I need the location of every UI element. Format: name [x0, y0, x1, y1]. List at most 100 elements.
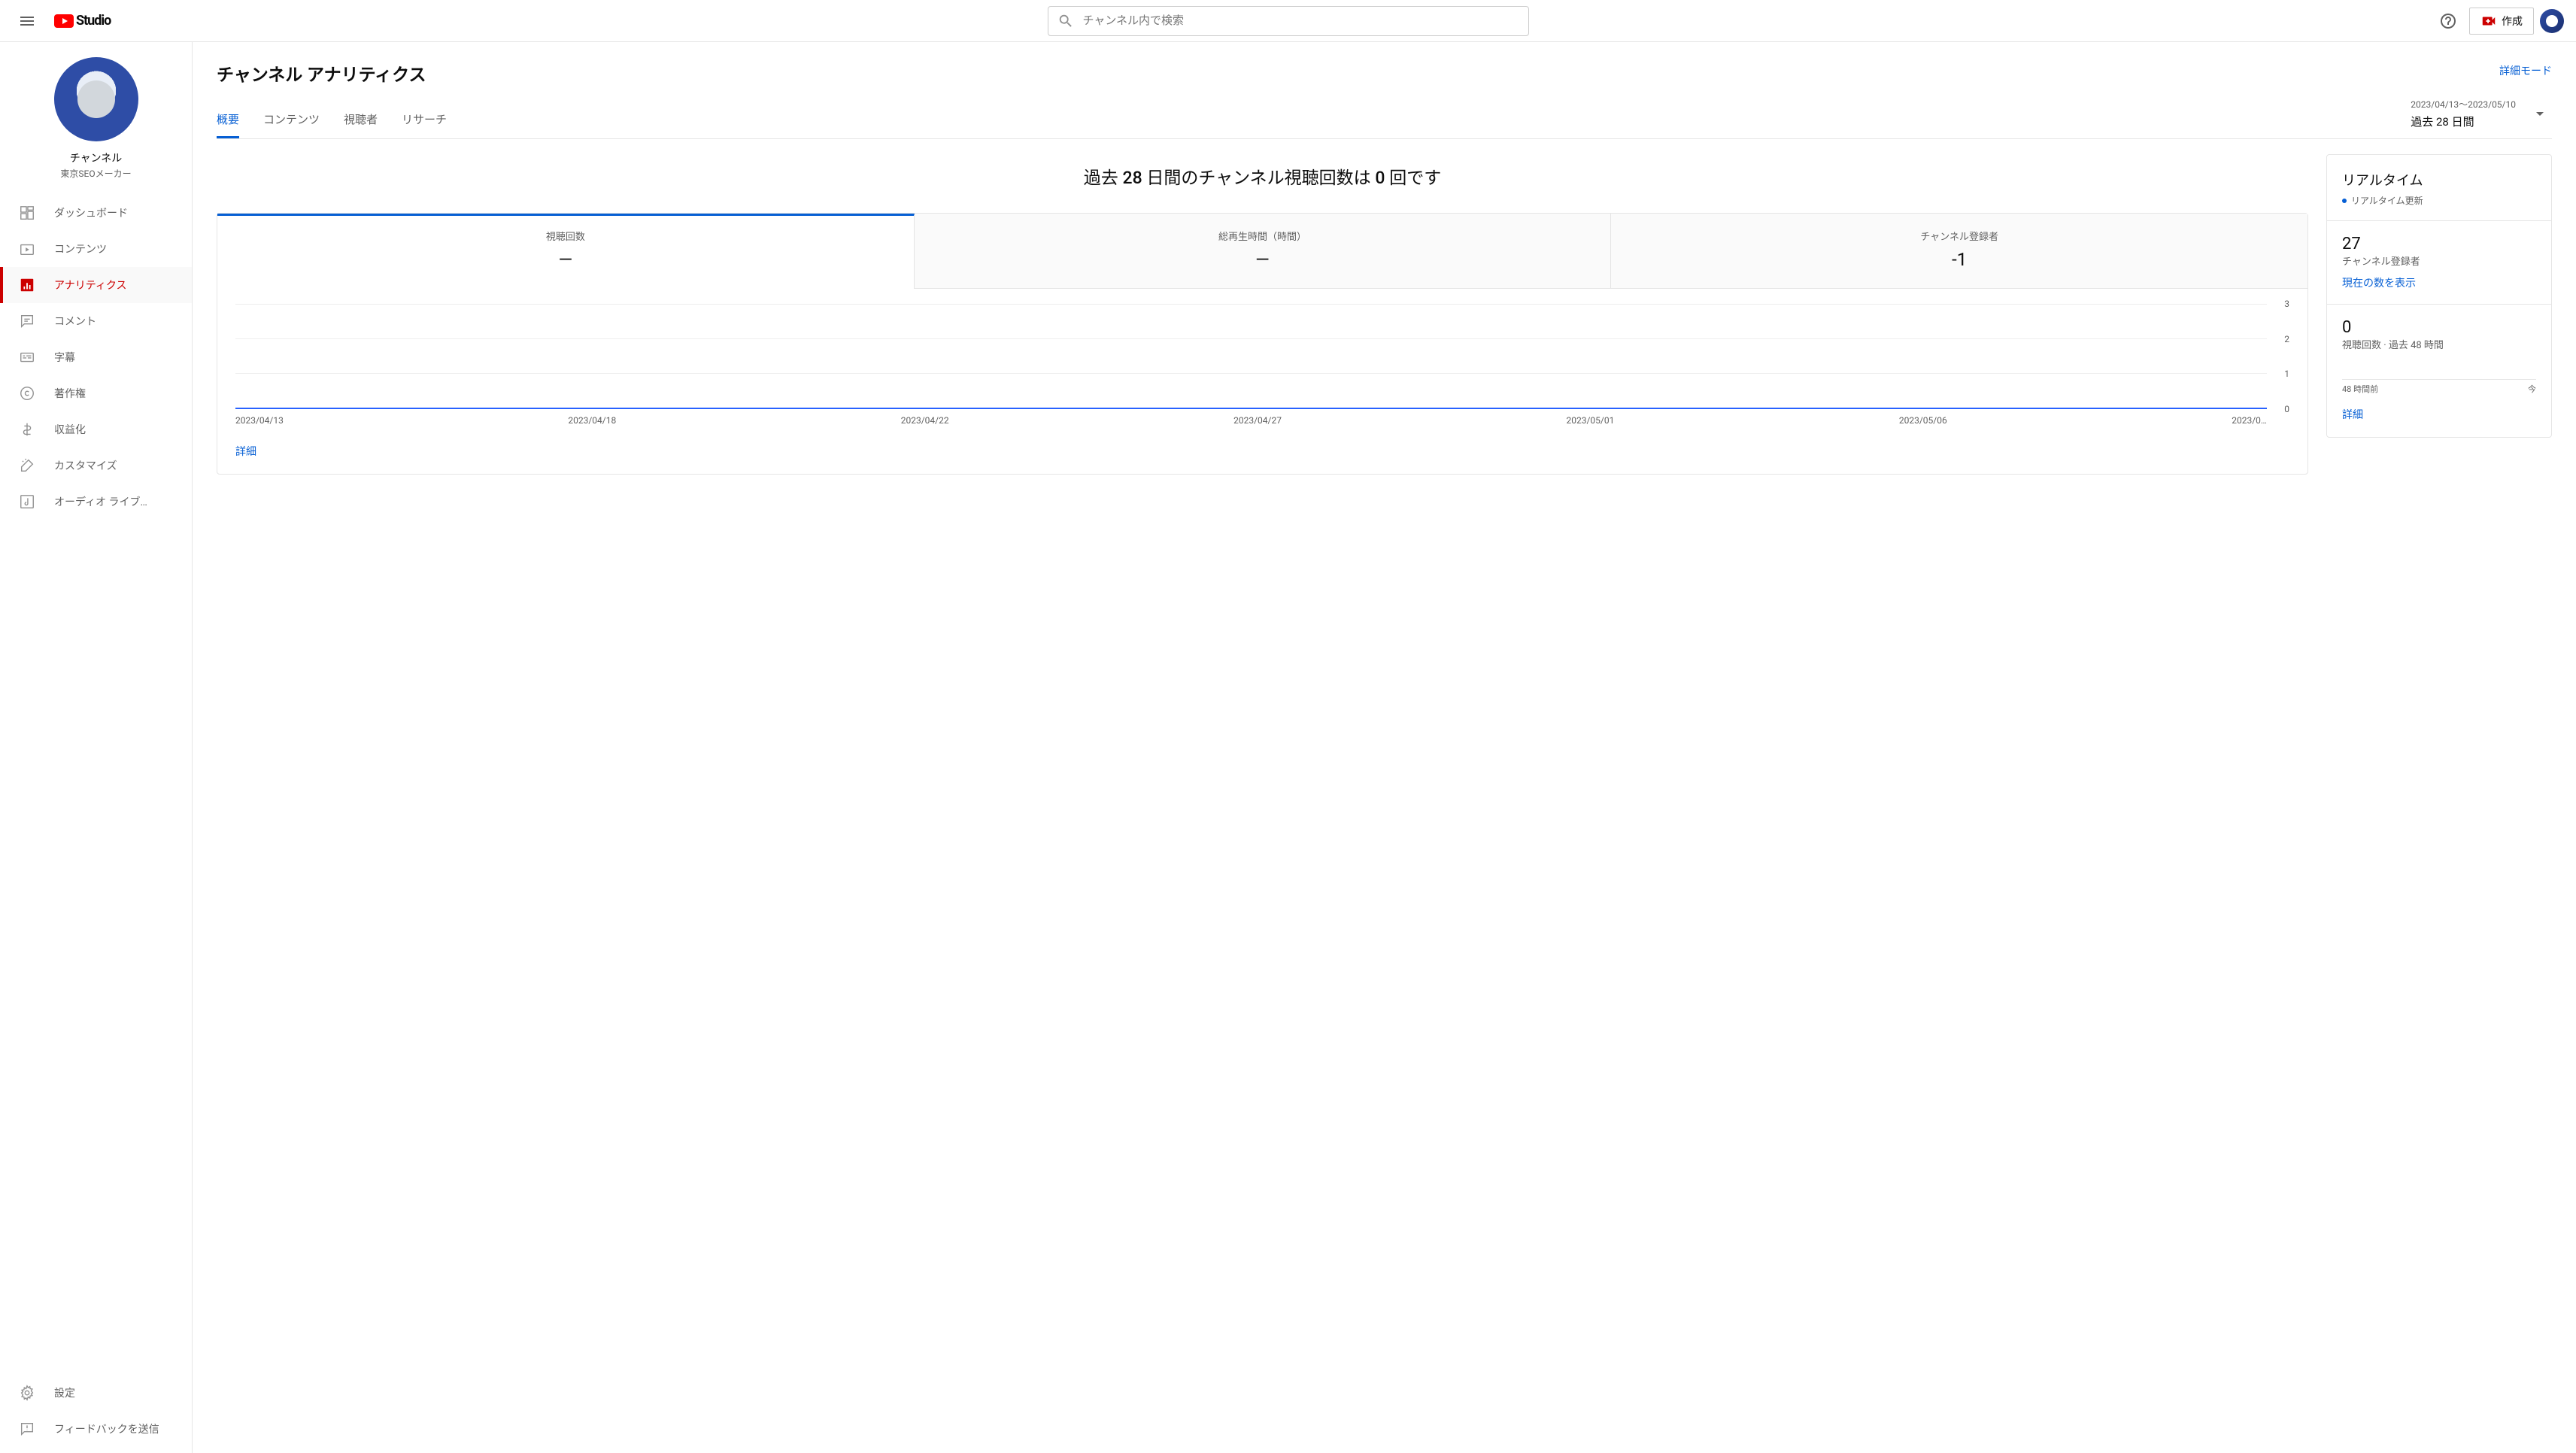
date-range-picker[interactable]: 2023/04/13～2023/05/10 過去 28 日間 — [2402, 92, 2552, 138]
content-icon — [18, 240, 36, 258]
header-left: Studio — [12, 6, 162, 36]
tab-audience[interactable]: 視聴者 — [344, 101, 378, 138]
account-avatar[interactable] — [2540, 9, 2564, 33]
realtime-live-label: リアルタイム更新 — [2351, 194, 2423, 207]
metric-tab-subscribers[interactable]: チャンネル登録者 -1 — [1611, 214, 2307, 289]
nav-label: コメント — [54, 314, 96, 329]
nav-label: 字幕 — [54, 350, 75, 365]
advanced-mode-link[interactable]: 詳細モード — [2499, 63, 2552, 78]
subtitles-icon — [18, 348, 36, 366]
nav-analytics[interactable]: アナリティクス — [0, 267, 192, 303]
nav-copyright[interactable]: 著作権 — [0, 375, 192, 411]
realtime-detail-link[interactable]: 詳細 — [2342, 409, 2363, 421]
realtime-views-sparkline — [2342, 359, 2536, 380]
tab-overview[interactable]: 概要 — [217, 101, 239, 138]
tab-research[interactable]: リサーチ — [402, 101, 447, 138]
chart-gridline — [235, 304, 2267, 305]
analytics-icon — [18, 276, 36, 294]
help-icon — [2439, 12, 2457, 30]
app-body: チャンネル 東京SEOメーカー ダッシュボード コンテンツ アナリティクス コメ… — [0, 42, 2576, 1453]
nav-label: フィードバックを送信 — [54, 1421, 159, 1436]
nav-settings[interactable]: 設定 — [0, 1375, 192, 1411]
sidebar-bottom-nav: 設定 フィードバックを送信 — [0, 1375, 192, 1453]
gear-icon — [18, 1384, 36, 1402]
nav-dashboard[interactable]: ダッシュボード — [0, 195, 192, 231]
x-tick: 2023/05/06 — [1899, 415, 1947, 426]
sidebar: チャンネル 東京SEOメーカー ダッシュボード コンテンツ アナリティクス コメ… — [0, 42, 193, 1453]
x-tick: 2023/04/13 — [235, 415, 284, 426]
nav-label: 収益化 — [54, 422, 86, 437]
main-content: チャンネル アナリティクス 詳細モード 概要 コンテンツ 視聴者 リサーチ 20… — [193, 42, 2576, 1453]
metric-label: チャンネル登録者 — [1620, 229, 2298, 243]
channel-avatar[interactable] — [54, 57, 138, 141]
sub-header: 概要 コンテンツ 視聴者 リサーチ 2023/04/13～2023/05/10 … — [217, 92, 2552, 139]
realtime-views-label: 視聴回数 · 過去 48 時間 — [2342, 337, 2536, 351]
header-right: 作成 — [2414, 6, 2564, 36]
nav-feedback[interactable]: フィードバックを送信 — [0, 1411, 192, 1447]
audio-library-icon — [18, 493, 36, 511]
y-tick: 2 — [2284, 334, 2289, 344]
feedback-icon — [18, 1420, 36, 1438]
nav-label: 設定 — [54, 1385, 75, 1400]
metric-tab-watch-time[interactable]: 総再生時間（時間） — — [915, 214, 1612, 289]
chart-gridline — [235, 373, 2267, 374]
realtime-card: リアルタイム リアルタイム更新 27 チャンネル登録者 現在の数を表示 0 視聴… — [2326, 154, 2552, 438]
sparkline-start-label: 48 時間前 — [2342, 383, 2378, 395]
channel-header: チャンネル 東京SEOメーカー — [0, 42, 192, 189]
metric-value: -1 — [1620, 249, 2298, 270]
y-tick: 0 — [2284, 404, 2289, 414]
create-button-label: 作成 — [2502, 14, 2523, 29]
tab-content[interactable]: コンテンツ — [263, 101, 320, 138]
realtime-title: リアルタイム — [2342, 170, 2536, 190]
page-header: チャンネル アナリティクス 詳細モード — [217, 60, 2552, 86]
side-column: リアルタイム リアルタイム更新 27 チャンネル登録者 現在の数を表示 0 視聴… — [2326, 154, 2552, 438]
realtime-views-count: 0 — [2342, 318, 2536, 337]
nav-label: アナリティクス — [54, 278, 126, 293]
chart-gridline — [235, 338, 2267, 339]
search-input[interactable] — [1083, 14, 1519, 27]
nav-label: コンテンツ — [54, 241, 107, 256]
nav-monetization[interactable]: 収益化 — [0, 411, 192, 447]
content-row: 過去 28 日間のチャンネル視聴回数は 0 回です 視聴回数 — 総再生時間（時… — [217, 154, 2552, 475]
x-tick: 2023/04/18 — [568, 415, 616, 426]
chart-x-axis: 2023/04/13 2023/04/18 2023/04/22 2023/04… — [235, 409, 2289, 432]
youtube-play-icon — [54, 14, 74, 28]
channel-name: 東京SEOメーカー — [0, 167, 192, 180]
realtime-live-indicator: リアルタイム更新 — [2342, 194, 2536, 207]
hamburger-menu-button[interactable] — [12, 6, 42, 36]
nav-label: カスタマイズ — [54, 458, 117, 473]
metrics-card: 視聴回数 — 総再生時間（時間） — チャンネル登録者 -1 — [217, 213, 2308, 475]
x-tick: 2023/04/27 — [1233, 415, 1282, 426]
channel-label: チャンネル — [0, 150, 192, 165]
nav-customization[interactable]: カスタマイズ — [0, 447, 192, 484]
help-button[interactable] — [2433, 6, 2463, 36]
views-chart: 3 2 1 0 — [235, 304, 2289, 409]
sparkline-end-label: 今 — [2528, 383, 2536, 395]
x-tick: 2023/05/01 — [1567, 415, 1615, 426]
x-tick: 2023/0… — [2232, 415, 2267, 426]
metric-value: — — [924, 249, 1602, 270]
menu-icon — [18, 12, 36, 30]
nav-subtitles[interactable]: 字幕 — [0, 339, 192, 375]
nav-label: 著作権 — [54, 386, 86, 401]
realtime-subs-count: 27 — [2342, 235, 2536, 253]
chart-plot — [235, 304, 2267, 409]
y-tick: 1 — [2284, 369, 2289, 379]
header-center — [162, 6, 2414, 36]
dashboard-icon — [18, 204, 36, 222]
app-header: Studio 作成 — [0, 0, 2576, 42]
nav-content[interactable]: コンテンツ — [0, 231, 192, 267]
create-button[interactable]: 作成 — [2469, 8, 2534, 35]
nav-audio-library[interactable]: オーディオ ライブ… — [0, 484, 192, 520]
chart-detail-link[interactable]: 詳細 — [235, 446, 256, 458]
headline-text: 過去 28 日間のチャンネル視聴回数は 0 回です — [217, 163, 2308, 189]
youtube-studio-logo[interactable]: Studio — [54, 13, 111, 29]
monetization-icon — [18, 420, 36, 438]
metric-tab-views[interactable]: 視聴回数 — — [217, 214, 915, 289]
nav-comments[interactable]: コメント — [0, 303, 192, 339]
realtime-subs-link[interactable]: 現在の数を表示 — [2342, 275, 2416, 290]
y-tick: 3 — [2284, 299, 2289, 309]
divider — [2327, 304, 2551, 305]
divider — [2327, 220, 2551, 221]
search-box[interactable] — [1048, 6, 1529, 36]
